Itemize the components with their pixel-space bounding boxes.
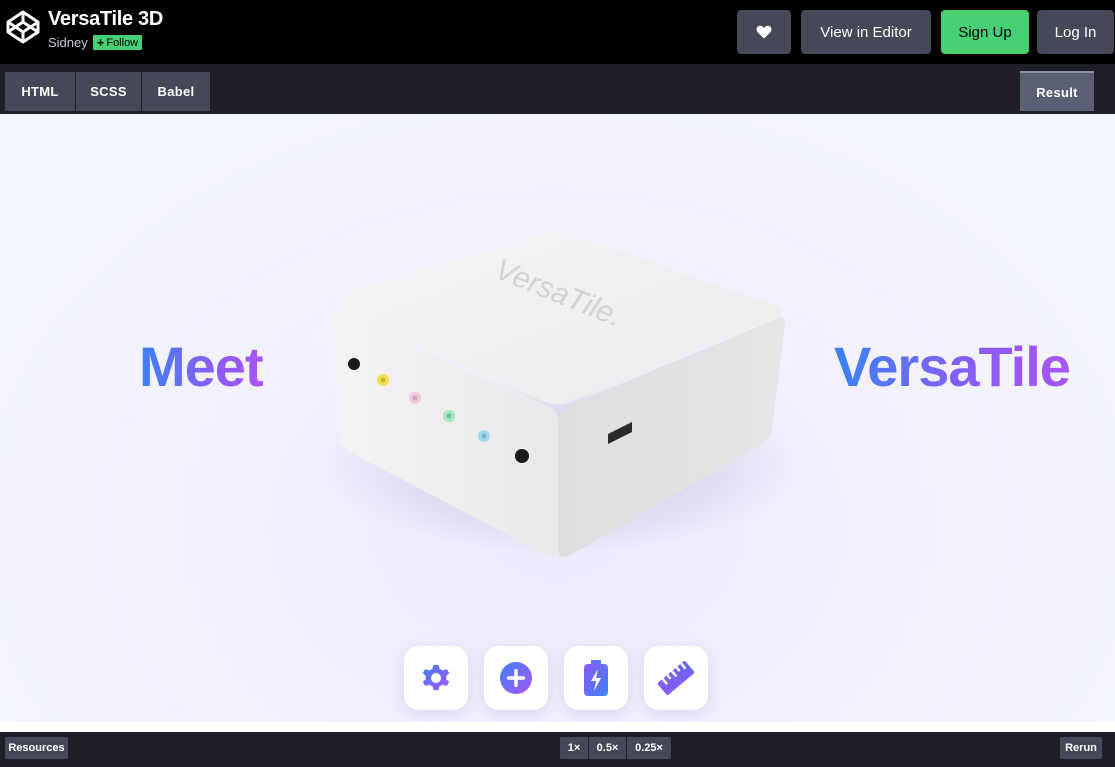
tab-scss[interactable]: SCSS: [76, 72, 141, 111]
result-preview: Meet VersaTile VersaTile.: [0, 114, 1115, 722]
settings-button[interactable]: [404, 646, 468, 710]
gear-icon: [422, 664, 450, 691]
author-row: Sidney + Follow: [48, 35, 143, 50]
heart-icon: [756, 25, 772, 39]
port-black-1: [348, 358, 360, 370]
battery-button[interactable]: [564, 646, 628, 710]
plus-icon: +: [96, 35, 105, 50]
codepen-logo-icon[interactable]: [5, 9, 41, 45]
versatile-heading: VersaTile: [834, 335, 1071, 398]
author-name[interactable]: Sidney: [48, 35, 88, 50]
heart-button[interactable]: [737, 10, 791, 54]
follow-label: Follow: [106, 36, 139, 49]
tab-babel[interactable]: Babel: [142, 72, 210, 111]
plus-circle-icon: [500, 662, 532, 694]
zoom-1x-button[interactable]: 1×: [560, 737, 588, 759]
tool-buttons: [404, 646, 708, 710]
meet-heading: Meet: [139, 335, 264, 398]
add-button[interactable]: [484, 646, 548, 710]
measure-button[interactable]: [644, 646, 708, 710]
pen-title: VersaTile 3D: [48, 8, 164, 30]
top-header: VersaTile 3D Sidney + Follow View in Edi…: [0, 0, 1115, 64]
zoom-0.5x-button[interactable]: 0.5×: [589, 737, 626, 759]
bottom-toolbar: Resources 1× 0.5× 0.25× Rerun: [0, 732, 1115, 767]
resources-button[interactable]: Resources: [5, 737, 68, 759]
battery-charging-icon: [584, 660, 608, 696]
editor-tab-bar: HTML SCSS Babel Result: [0, 64, 1115, 114]
sign-up-button[interactable]: Sign Up: [941, 10, 1029, 54]
view-in-editor-button[interactable]: View in Editor: [801, 10, 931, 54]
port-black-2: [515, 449, 529, 463]
rerun-button[interactable]: Rerun: [1060, 737, 1102, 759]
tab-html[interactable]: HTML: [5, 72, 75, 111]
zoom-0.25x-button[interactable]: 0.25×: [627, 737, 671, 759]
bottom-bar: Resources 1× 0.5× 0.25× Rerun: [0, 722, 1115, 767]
versatile-device-image[interactable]: VersaTile.: [300, 214, 820, 574]
tab-result[interactable]: Result: [1020, 71, 1094, 111]
log-in-button[interactable]: Log In: [1037, 10, 1114, 54]
follow-button[interactable]: + Follow: [92, 35, 143, 50]
ruler-icon: [657, 661, 695, 695]
